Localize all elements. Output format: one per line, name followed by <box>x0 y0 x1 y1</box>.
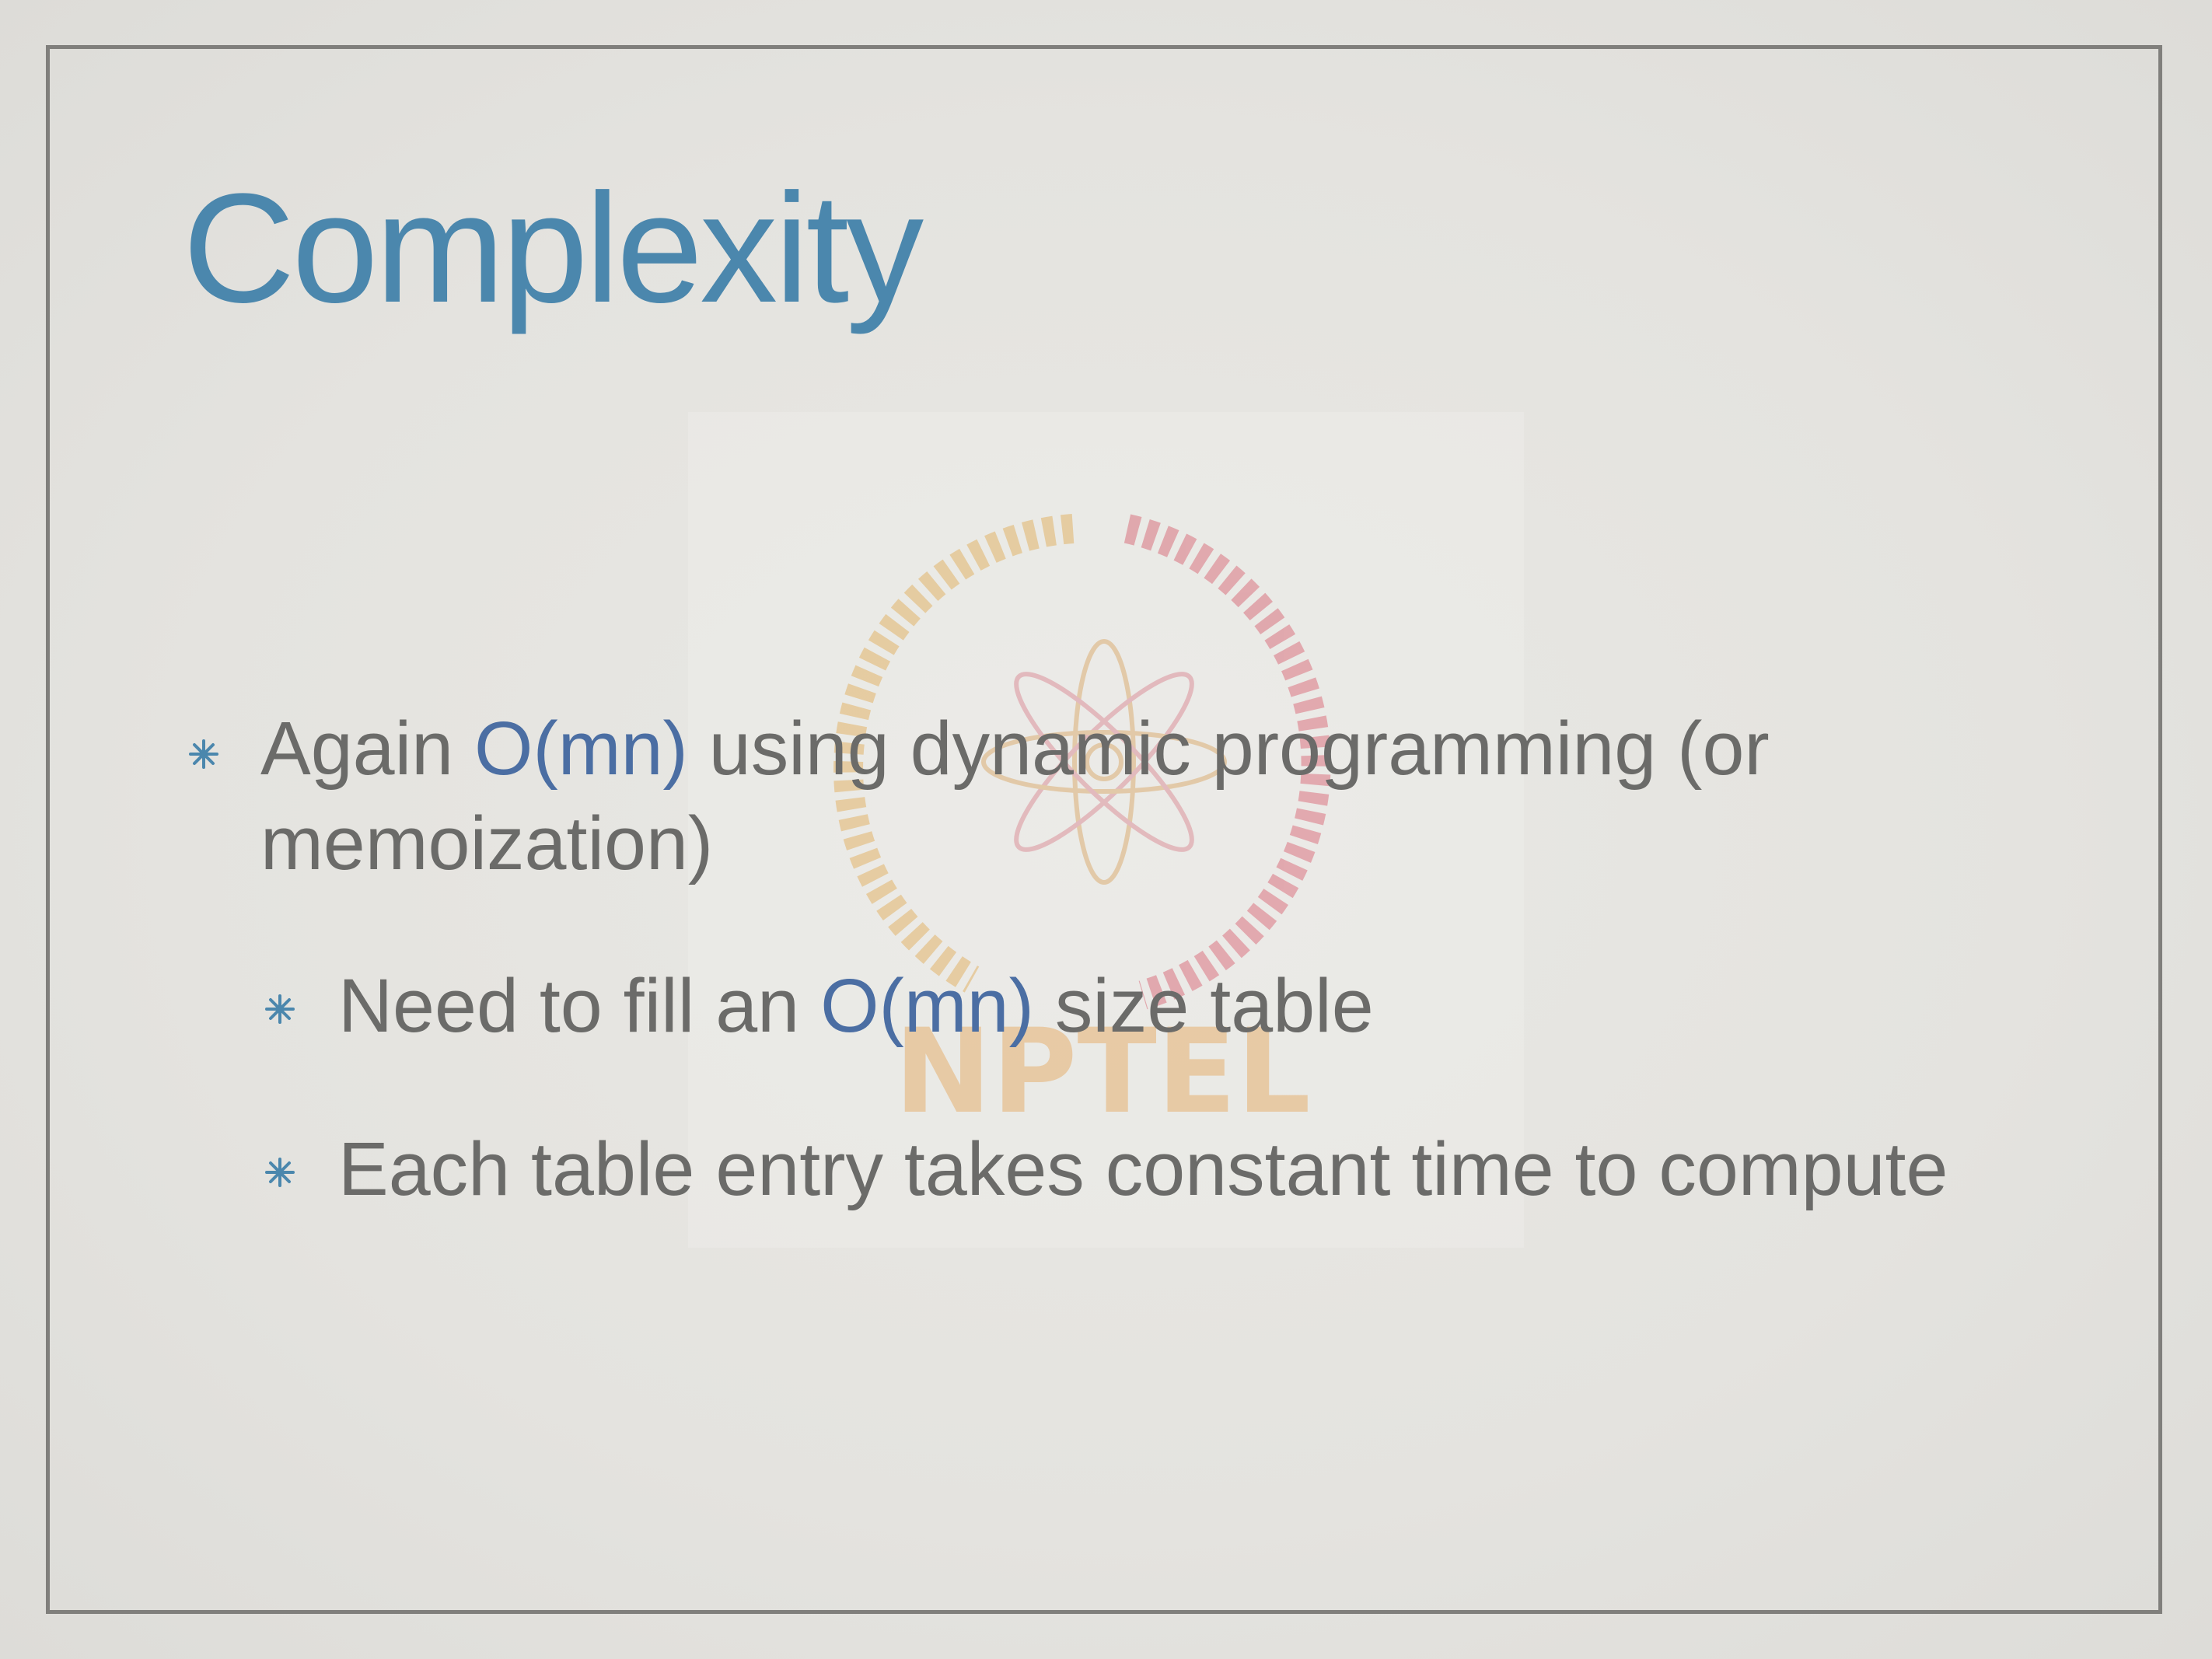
asterisk-bullet-icon <box>265 994 295 1024</box>
bullet-1-text-pre: Again <box>260 706 475 791</box>
bullet-1-text-post: using dynamic programming (or <box>687 706 1770 791</box>
bullet-1-line-2: memoization) <box>260 801 714 885</box>
bullet-2-text-pre: Need to fill an <box>338 963 821 1048</box>
bullet-1-highlight: O(mn) <box>474 706 688 791</box>
bullet-item-2: Need to fill an O(mn) size table <box>338 959 1374 1053</box>
slide-title: Complexity <box>183 162 924 335</box>
asterisk-bullet-icon <box>189 739 218 769</box>
bullet-2-text-post: size table <box>1033 963 1374 1048</box>
bullet-item-1: Again O(mn) using dynamic programming (o… <box>260 701 1770 891</box>
bullet-2-highlight: O(mn) <box>820 963 1034 1048</box>
bullet-1-line-1: Again O(mn) using dynamic programming (o… <box>260 701 1770 796</box>
slide: NPTEL Complexity Again O(mn) using dynam… <box>0 0 2212 1659</box>
bullet-item-3: Each table entry takes constant time to … <box>338 1126 1948 1211</box>
asterisk-bullet-icon <box>265 1158 295 1187</box>
